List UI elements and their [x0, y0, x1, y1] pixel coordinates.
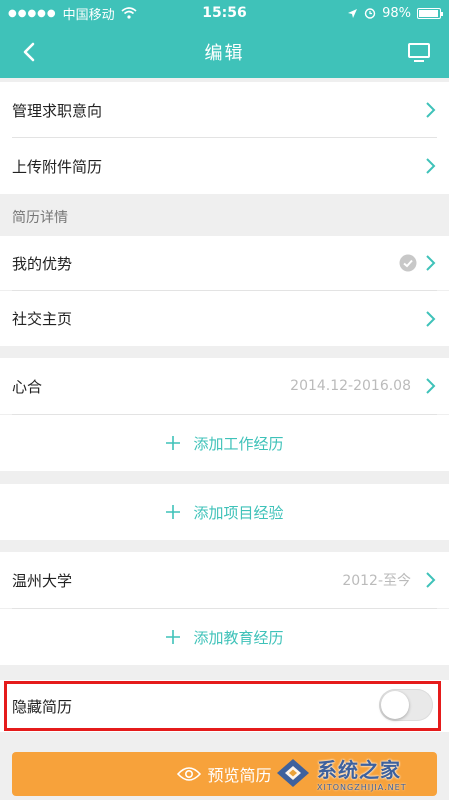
status-left: ●●●●● 中国移动: [8, 4, 137, 23]
eye-icon: [177, 767, 202, 781]
battery-icon: [417, 7, 443, 19]
watermark-sub: XITONGZHIJIA.NET: [317, 783, 407, 792]
watermark: 系统之家 XITONGZHIJIA.NET: [273, 750, 443, 796]
page-title: 编辑: [204, 43, 245, 64]
add-project-label: 添加项目经验: [193, 503, 284, 522]
job-intention-row[interactable]: 管理求职意向: [0, 82, 449, 138]
wifi-icon: [121, 7, 137, 19]
nav-bar: 编辑: [0, 26, 449, 78]
social-homepage-row[interactable]: 社交主页: [0, 291, 449, 346]
hide-resume-toggle[interactable]: [379, 689, 433, 721]
chevron-right-icon: [426, 310, 436, 327]
watermark-main: 系统之家: [317, 758, 401, 782]
status-bar: ●●●●● 中国移动 15:56 98%: [0, 0, 449, 26]
logo-icon: [277, 759, 309, 787]
education-school-label: 温州大学: [12, 571, 73, 590]
toggle-knob: [381, 691, 409, 719]
location-icon: [348, 8, 358, 18]
add-education-button[interactable]: 添加教育经历: [0, 609, 449, 665]
plus-icon: [166, 505, 181, 519]
hide-resume-label: 隐藏简历: [12, 697, 73, 716]
education-period: 2012-至今: [342, 573, 411, 589]
chevron-right-icon: [426, 572, 436, 588]
carrier-label: 中国移动: [62, 7, 115, 23]
social-homepage-label: 社交主页: [12, 310, 73, 328]
monitor-icon[interactable]: [407, 40, 431, 64]
preview-label: 预览简历: [207, 766, 272, 785]
hide-resume-row: 隐藏简历: [0, 680, 449, 732]
add-education-label: 添加教育经历: [193, 628, 284, 647]
plus-icon: [166, 630, 181, 644]
status-right: 98%: [347, 5, 443, 21]
my-advantage-row[interactable]: 我的优势: [0, 236, 449, 290]
my-advantage-label: 我的优势: [12, 254, 73, 273]
chevron-right-icon: [426, 102, 436, 118]
battery-label: 98%: [382, 5, 411, 21]
chevron-right-icon: [426, 158, 436, 174]
check-circle-icon: [399, 254, 417, 272]
watermark-text: 系统之家 XITONGZHIJIA.NET: [317, 754, 407, 792]
upload-attachment-row[interactable]: 上传附件简历: [0, 138, 449, 194]
work-period: 2014.12-2016.08: [290, 378, 411, 394]
upload-attachment-label: 上传附件简历: [12, 157, 103, 176]
resume-details-header: 简历详情: [12, 210, 68, 226]
job-intention-label: 管理求职意向: [12, 101, 103, 120]
plus-icon: [166, 436, 181, 450]
signal-icon: ●●●●●: [8, 7, 57, 19]
add-project-button[interactable]: 添加项目经验: [0, 484, 449, 540]
education-row[interactable]: 温州大学 2012-至今: [0, 552, 449, 608]
alarm-icon: [364, 8, 376, 19]
back-chevron-icon[interactable]: [18, 39, 42, 65]
chevron-right-icon: [426, 255, 436, 271]
chevron-right-icon: [426, 378, 436, 394]
add-work-experience-button[interactable]: 添加工作经历: [0, 415, 449, 471]
work-company-label: 心合: [12, 377, 43, 396]
add-work-label: 添加工作经历: [193, 434, 284, 453]
work-experience-row[interactable]: 心合 2014.12-2016.08: [0, 358, 449, 414]
